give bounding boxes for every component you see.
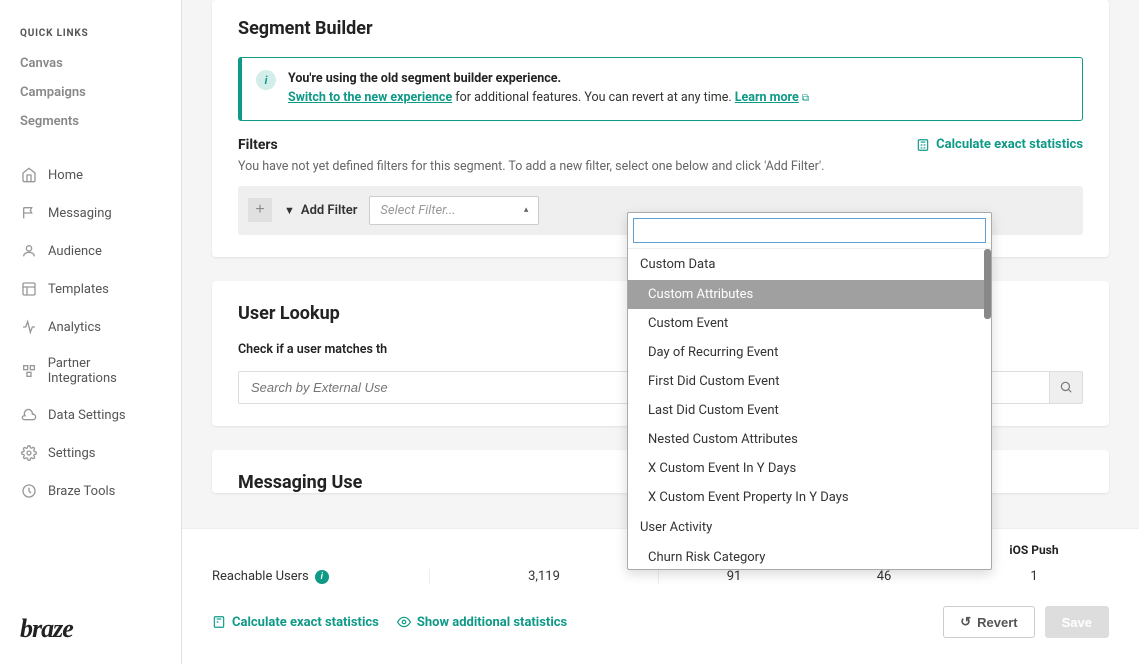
dropdown-item-x-event-y-days[interactable]: X Custom Event In Y Days [628,454,991,483]
learn-more-link[interactable]: Learn more [735,90,799,105]
stats-email-value: 91 [659,569,809,584]
stats-iospush-value: 1 [959,569,1109,584]
footer-calculate-link[interactable]: Calculate exact statistics [212,615,379,630]
gear-icon [20,444,38,462]
quick-link-canvas[interactable]: Canvas [0,49,181,78]
nav-label: Partner Integrations [48,356,161,386]
quick-link-campaigns[interactable]: Campaigns [0,78,181,107]
nav-partner-integrations[interactable]: Partner Integrations [0,346,181,396]
tools-icon [20,482,38,500]
filter-dropdown-search[interactable] [633,218,986,243]
revert-button[interactable]: ↺ Revert [943,606,1034,638]
nav-settings[interactable]: Settings [0,434,181,472]
quick-links-header: QUICK LINKS [0,0,181,49]
dropdown-item-custom-event[interactable]: Custom Event [628,309,991,338]
nav-templates[interactable]: Templates [0,270,181,308]
old-experience-alert: i You're using the old segment builder e… [238,57,1083,121]
footer-show-additional-link[interactable]: Show additional statistics [397,615,567,630]
dropdown-item-day-recurring[interactable]: Day of Recurring Event [628,338,991,367]
nav-label: Settings [48,446,95,461]
switch-experience-link[interactable]: Switch to the new experience [288,90,452,105]
dropdown-item-x-event-prop-y-days[interactable]: X Custom Event Property In Y Days [628,483,991,512]
logo: braze [20,614,73,644]
funnel-icon: ▼ [284,204,295,217]
nav-analytics[interactable]: Analytics [0,308,181,346]
nav-label: Audience [48,244,102,259]
info-icon[interactable]: i [315,570,329,584]
alert-body: You're using the old segment builder exp… [288,70,809,108]
dropdown-item-first-did[interactable]: First Did Custom Event [628,367,991,396]
calculator-icon [212,615,226,629]
sidebar: QUICK LINKS Canvas Campaigns Segments Ho… [0,0,182,664]
nav-home[interactable]: Home [0,156,181,194]
cloud-icon [20,406,38,424]
filters-title: Filters [238,137,278,153]
nav-label: Templates [48,282,109,297]
dropdown-item-churn-category[interactable]: Churn Risk Category [628,543,991,569]
filter-dropdown: Custom Data Custom Attributes Custom Eve… [627,212,992,570]
dropdown-group-custom-data: Custom Data [628,249,991,280]
add-filter-plus-button[interactable]: + [248,198,272,222]
dropdown-item-nested-attributes[interactable]: Nested Custom Attributes [628,425,991,454]
nav-data-settings[interactable]: Data Settings [0,396,181,434]
dropdown-item-custom-attributes[interactable]: Custom Attributes [628,280,991,309]
alert-middle: for additional features. You can revert … [452,90,735,105]
calculate-statistics-link[interactable]: Calculate exact statistics [916,137,1083,152]
home-icon [20,166,38,184]
undo-icon: ↺ [960,614,971,630]
info-icon: i [256,70,276,90]
calculator-icon [916,138,930,152]
save-button[interactable]: Save [1045,606,1109,638]
search-icon [1059,380,1073,394]
user-lookup-search-button[interactable] [1049,371,1083,404]
nav-list: Home Messaging Audience Templates Analyt… [0,156,181,510]
nav-braze-tools[interactable]: Braze Tools [0,472,181,510]
dropdown-item-last-did[interactable]: Last Did Custom Event [628,396,991,425]
external-link-icon: ⧉ [802,93,809,104]
filter-help-text: You have not yet defined filters for thi… [238,159,1083,174]
stats-total: 3,119 [429,569,659,584]
eye-icon [397,615,411,629]
calc-label: Calculate exact statistics [936,137,1083,152]
nav-label: Analytics [48,320,101,335]
chart-icon [20,318,38,336]
add-filter-label: ▼ Add Filter [284,203,357,218]
nav-label: Braze Tools [48,484,115,499]
puzzle-icon [20,362,38,380]
dropdown-group-user-activity: User Activity [628,512,991,543]
user-circle-icon [20,242,38,260]
filter-select-dropdown[interactable]: Select Filter... ▴ [369,196,539,225]
nav-label: Messaging [48,206,112,221]
segment-builder-title: Segment Builder [238,18,1083,39]
nav-messaging[interactable]: Messaging [0,194,181,232]
chevron-up-icon: ▴ [524,205,529,215]
alert-bold: You're using the old segment builder exp… [288,70,809,89]
flag-icon [20,204,38,222]
nav-label: Data Settings [48,408,126,423]
quick-link-segments[interactable]: Segments [0,107,181,136]
nav-label: Home [48,168,83,183]
template-icon [20,280,38,298]
reachable-users-label: Reachable Users [212,569,309,584]
stats-webpush-value: 46 [809,569,959,584]
main-content: Segment Builder i You're using the old s… [182,0,1139,664]
filter-select-placeholder: Select Filter... [380,203,455,218]
nav-audience[interactable]: Audience [0,232,181,270]
